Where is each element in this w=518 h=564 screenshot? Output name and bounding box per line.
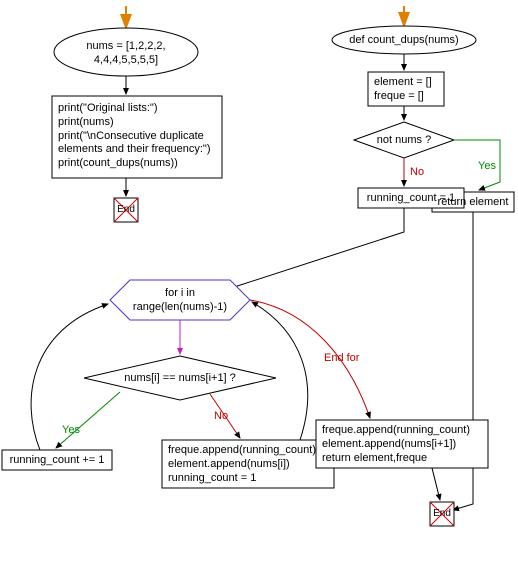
func-init-code: element = [] freque = [] [374,76,432,104]
func-end-label: End [430,508,454,521]
main-print-block: print("Original lists:") print(nums) pri… [58,102,218,171]
else-body: freque.append(running_count) element.app… [168,444,316,485]
for-header: for i in range(len(nums)-1) [128,287,232,315]
func-guard-label: not nums ? [366,134,442,148]
main-start-code: nums = [1,2,2,2, 4,4,4,5,5,5,5] [68,40,184,68]
end-for-label: End for [324,352,359,366]
func-def-label: def count_dups(nums) [340,34,468,48]
running-init: running_count = 1 [358,192,464,206]
cond-no: No [214,410,228,424]
main-end-label: End [114,204,138,217]
func-guard-yes: Yes [478,160,496,174]
after-loop: freque.append(running_count) element.app… [322,424,470,465]
cond-yes: Yes [62,424,80,438]
loop-cond: nums[i] == nums[i+1] ? [110,372,250,386]
func-guard-no: No [410,166,424,180]
incr-block: running_count += 1 [4,454,110,468]
